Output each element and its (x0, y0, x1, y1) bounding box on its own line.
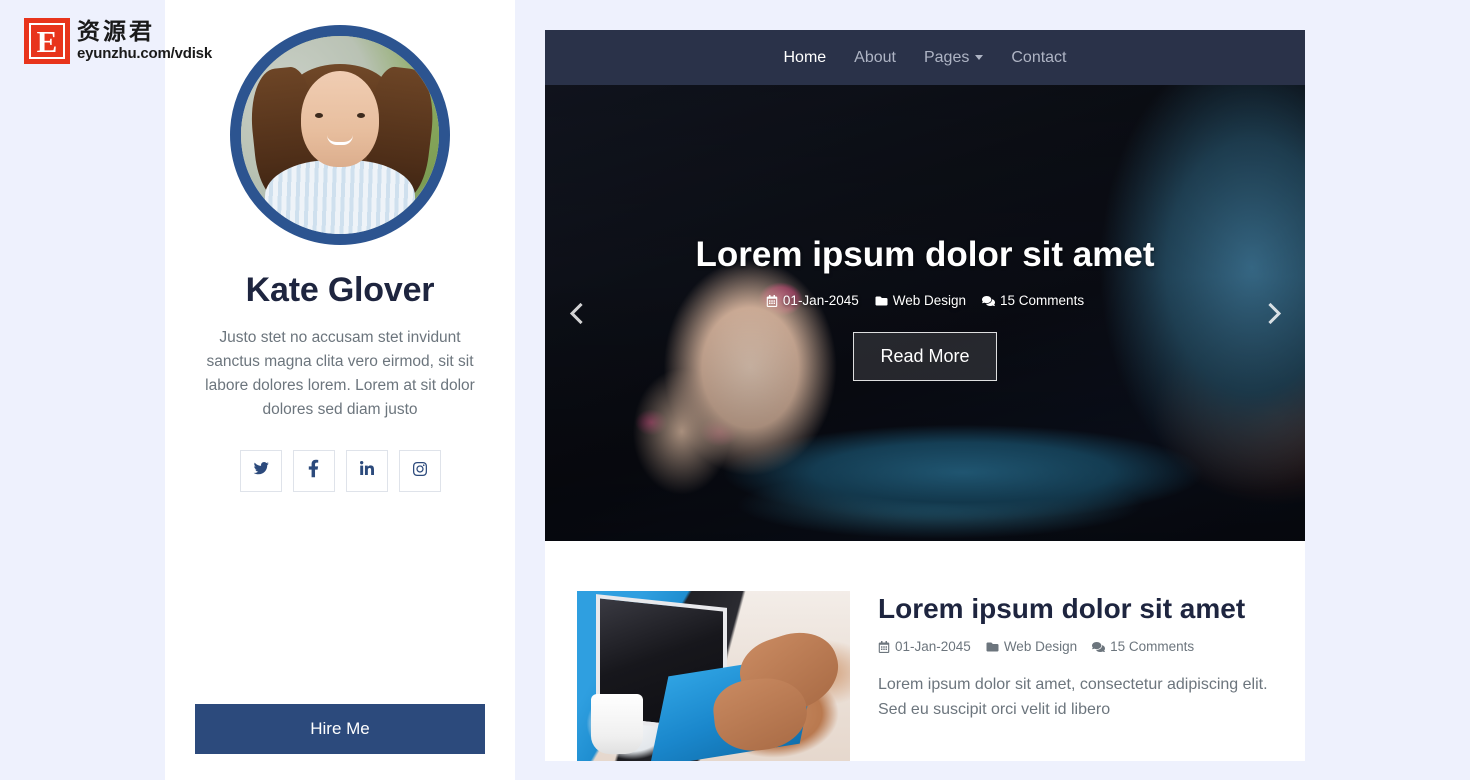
blog-date-text: 01-Jan-2045 (895, 639, 971, 654)
nav-item-about[interactable]: About (840, 41, 910, 75)
read-more-button[interactable]: Read More (853, 332, 997, 381)
watermark-mark-icon: E (24, 18, 70, 64)
blog-post-thumbnail[interactable] (577, 591, 850, 761)
blog-list: Lorem ipsum dolor sit amet 01-Jan-2045 W… (545, 541, 1305, 761)
avatar (230, 25, 450, 245)
blog-post-meta: 01-Jan-2045 Web Design 15 Comments (878, 639, 1273, 654)
page-root: Kate Glover Justo stet no accusam stet i… (0, 0, 1470, 780)
nav-item-pages[interactable]: Pages (910, 41, 997, 75)
carousel-title: Lorem ipsum dolor sit amet (695, 235, 1155, 274)
blog-post-title[interactable]: Lorem ipsum dolor sit amet (878, 593, 1273, 625)
carousel-comments-text: 15 Comments (1000, 293, 1085, 308)
thumb-coffee-cup (590, 694, 643, 755)
calendar-icon (766, 294, 778, 307)
facebook-icon (308, 459, 319, 483)
twitter-icon (252, 460, 269, 482)
watermark-url: eyunzhu.com/vdisk (77, 45, 212, 62)
social-links (239, 450, 441, 492)
main-navbar: Home About Pages Contact (545, 30, 1305, 85)
avatar-face (301, 71, 379, 168)
instagram-icon (412, 461, 428, 482)
profile-sidebar: Kate Glover Justo stet no accusam stet i… (165, 0, 515, 780)
chevron-right-icon (1259, 302, 1281, 324)
social-link-linkedin[interactable] (345, 450, 388, 492)
blog-post-body: Lorem ipsum dolor sit amet 01-Jan-2045 W… (878, 591, 1273, 761)
profile-bio: Justo stet no accusam stet invidunt sanc… (205, 329, 475, 418)
carousel-meta: 01-Jan-2045 Web Design 15 Comments (545, 293, 1305, 308)
calendar-icon (878, 640, 890, 653)
watermark-logo: E 资源君 eyunzhu.com/vdisk (24, 18, 212, 64)
carousel-next-button[interactable] (1235, 85, 1305, 541)
social-link-twitter[interactable] (239, 450, 282, 492)
nav-item-home[interactable]: Home (769, 41, 840, 75)
comments-icon (1092, 641, 1106, 653)
main-content: Home About Pages Contact Lorem ipsum dol… (545, 30, 1305, 761)
carousel-date: 01-Jan-2045 (766, 293, 859, 308)
folder-icon (986, 641, 999, 653)
profile-name: Kate Glover (245, 271, 435, 309)
comments-icon (982, 295, 996, 307)
chevron-left-icon (569, 302, 591, 324)
watermark-letter: E (36, 23, 58, 59)
social-link-instagram[interactable] (398, 450, 441, 492)
linkedin-icon (359, 460, 375, 482)
folder-icon (875, 295, 888, 307)
blog-comments-text: 15 Comments (1110, 639, 1195, 654)
carousel-category: Web Design (875, 293, 966, 308)
hire-me-button[interactable]: Hire Me (195, 704, 485, 754)
hero-carousel: Lorem ipsum dolor sit amet 01-Jan-2045 W… (545, 85, 1305, 541)
blog-date: 01-Jan-2045 (878, 639, 971, 654)
carousel-comments: 15 Comments (982, 293, 1084, 308)
chevron-down-icon (975, 55, 984, 60)
nav-item-pages-label: Pages (923, 48, 970, 66)
avatar-eyes (315, 113, 365, 119)
watermark-brand-cn: 资源君 (77, 19, 155, 45)
blog-post-excerpt: Lorem ipsum dolor sit amet, consectetur … (878, 676, 1268, 718)
avatar-image (241, 36, 439, 234)
nav-item-contact[interactable]: Contact (997, 41, 1080, 75)
avatar-shirt (265, 159, 415, 234)
carousel-caption: Lorem ipsum dolor sit amet 01-Jan-2045 W… (545, 235, 1305, 381)
blog-comments: 15 Comments (1092, 639, 1194, 654)
blog-post-item: Lorem ipsum dolor sit amet 01-Jan-2045 W… (577, 591, 1273, 761)
carousel-category-text: Web Design (892, 293, 967, 308)
carousel-prev-button[interactable] (545, 85, 615, 541)
blog-category-text: Web Design (1003, 639, 1078, 654)
social-link-facebook[interactable] (292, 450, 335, 492)
watermark-text: 资源君 eyunzhu.com/vdisk (77, 19, 212, 62)
carousel-date-text: 01-Jan-2045 (782, 293, 859, 308)
blog-category: Web Design (986, 639, 1077, 654)
